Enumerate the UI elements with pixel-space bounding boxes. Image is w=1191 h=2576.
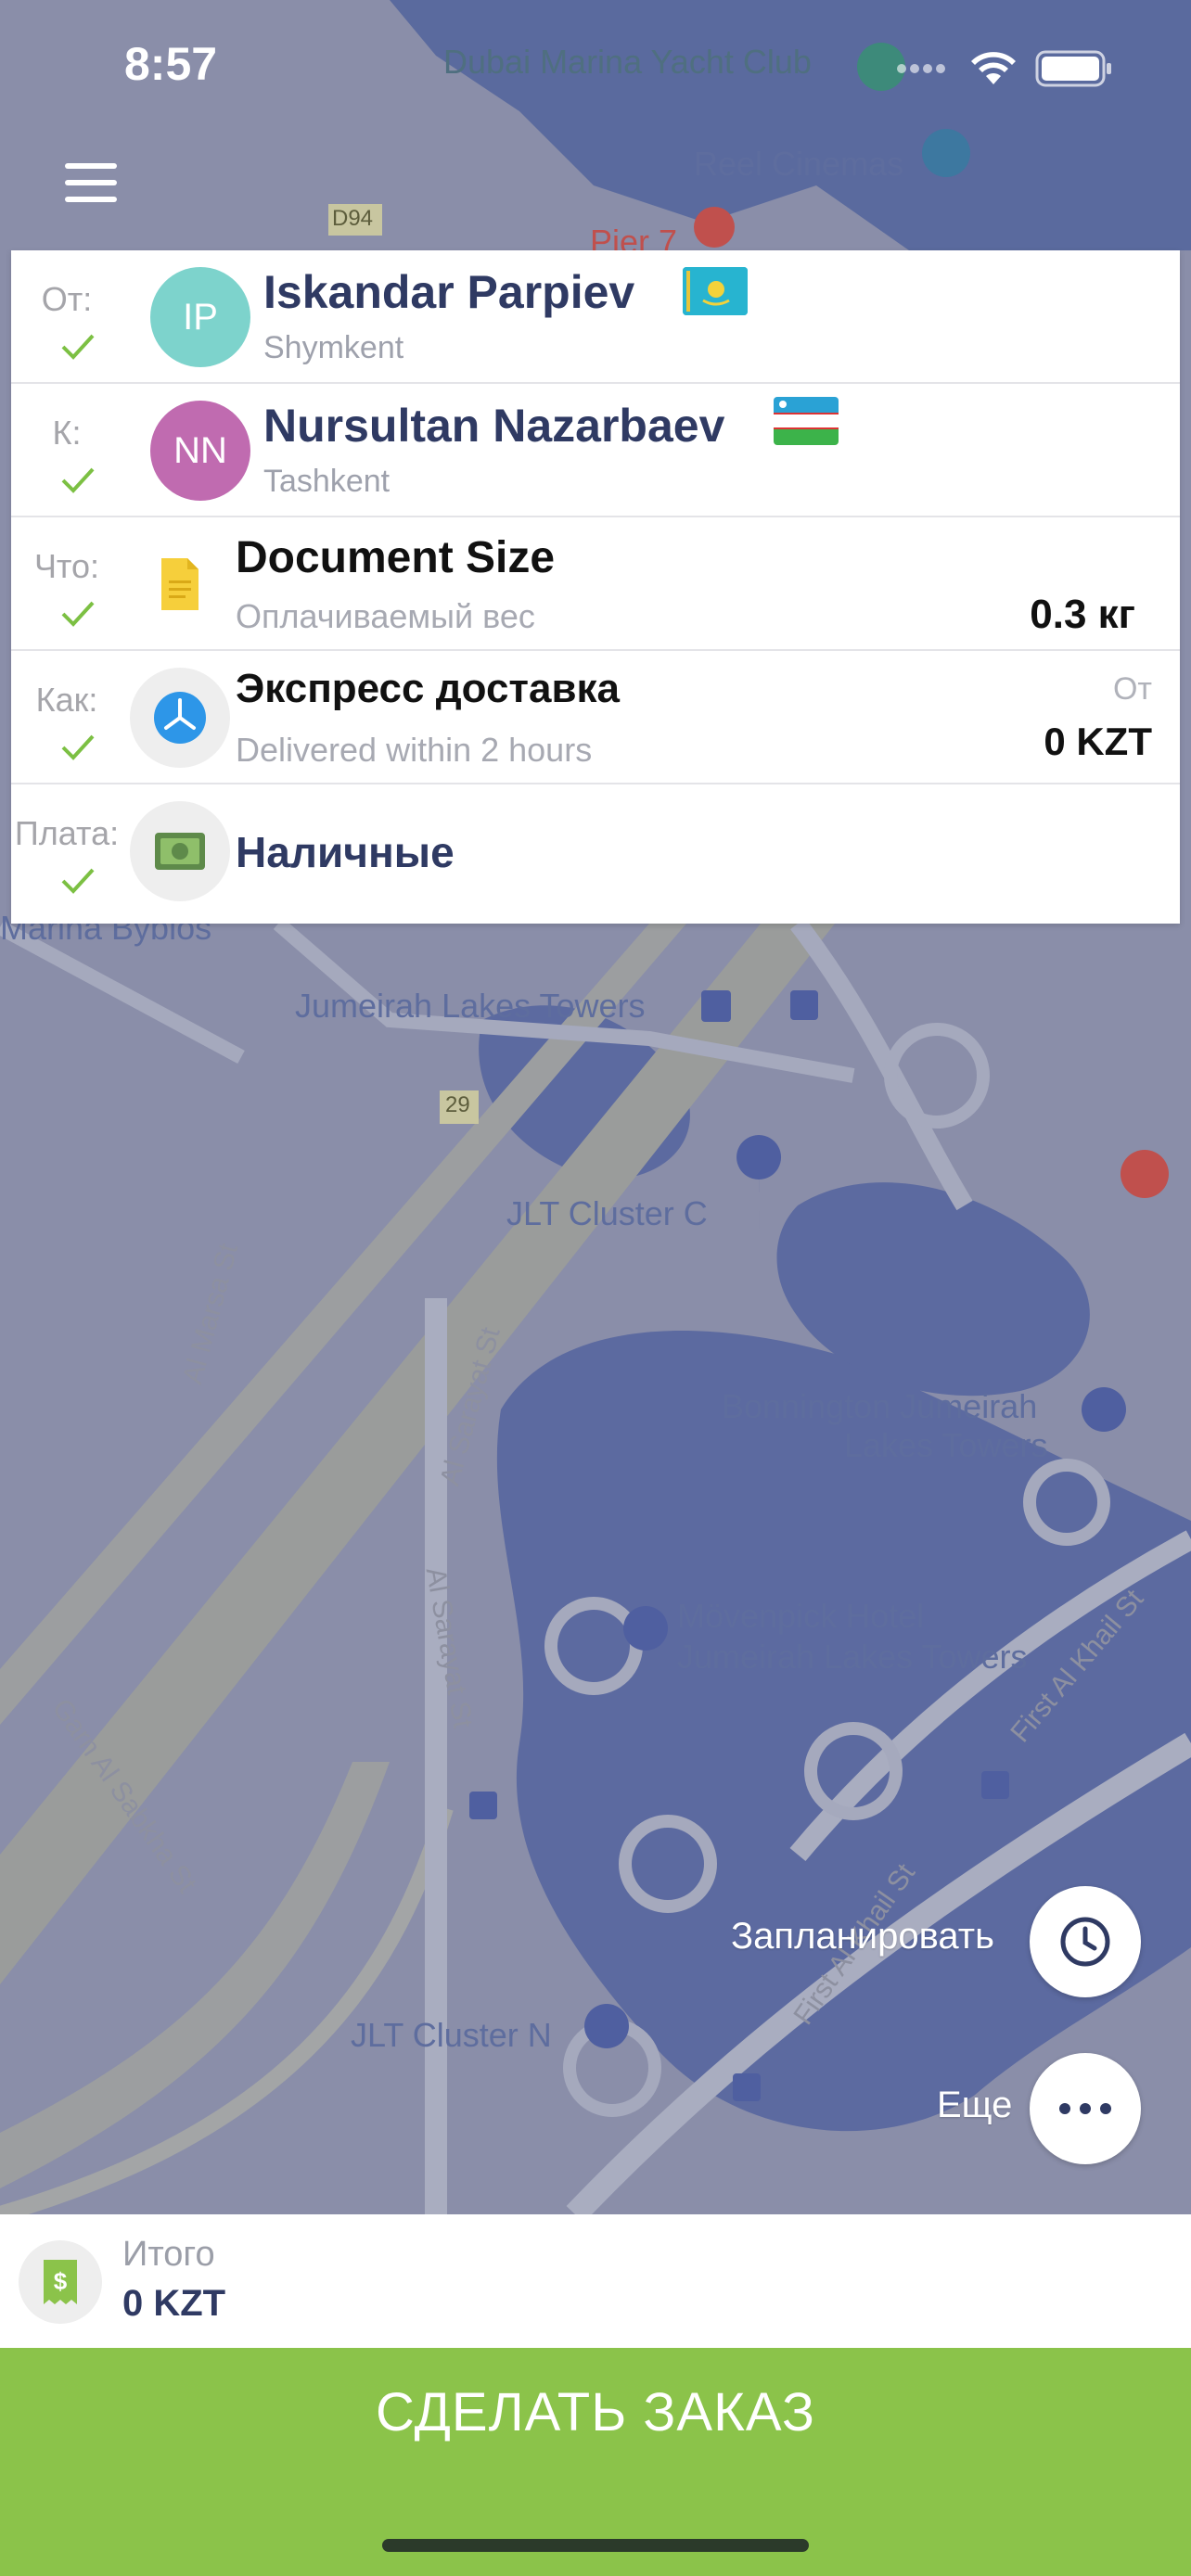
total-value: 0 KZT: [122, 2283, 226, 2324]
how-row[interactable]: Как: Экспресс доставка Delivered within …: [11, 651, 1180, 784]
status-icons: [896, 50, 1113, 87]
map-label-jlt: Jumeirah Lakes Towers: [295, 987, 646, 1025]
recipient-city: Tashkent: [263, 464, 391, 499]
map-label-bonnington-2: Lakes Towers: [844, 1426, 1048, 1464]
total-bar: $ Итого 0 KZT: [0, 2214, 1191, 2348]
payment-row[interactable]: Плата: Наличные: [11, 784, 1180, 918]
sender-avatar: IP: [150, 267, 250, 367]
hamburger-icon-line: [65, 197, 117, 202]
check-icon: [61, 467, 95, 493]
order-card: От: IP Iskandar Parpiev Shymkent К: NN N…: [11, 250, 1180, 924]
package-title: Document Size: [236, 533, 556, 582]
sender-city: Shymkent: [263, 330, 404, 365]
map-label-reel-cinemas: Reel Cinemas: [694, 145, 904, 183]
what-label: Что:: [33, 547, 100, 585]
sender-name: Iskandar Parpiev: [263, 266, 635, 318]
document-icon: [161, 558, 198, 610]
price-from-label: От: [1112, 671, 1152, 707]
to-row[interactable]: К: NN Nursultan Nazarbaev Tashkent: [11, 384, 1180, 517]
road-label-29: 29: [445, 1092, 470, 1117]
map-label-bonnington: Bonnington Jumeirah: [722, 1387, 1038, 1425]
wifi-icon: [971, 52, 1016, 84]
more-dots-icon: [1059, 2103, 1111, 2114]
hamburger-icon-line: [65, 180, 117, 185]
hamburger-icon: [65, 163, 117, 169]
delivery-title: Экспресс доставка: [236, 666, 620, 711]
kazakhstan-flag-icon: [683, 267, 748, 315]
check-icon: [61, 868, 95, 894]
cash-icon: [155, 833, 205, 870]
battery-icon: [1035, 50, 1111, 87]
express-clock-icon: [154, 692, 206, 744]
recipient-name: Nursultan Nazarbaev: [263, 400, 725, 452]
more-label[interactable]: Еще: [937, 2085, 1012, 2126]
total-label: Итого: [122, 2235, 215, 2274]
delivery-icon-wrap: [130, 668, 230, 768]
place-order-label: СДЕЛАТЬ ЗАКАЗ: [376, 2382, 815, 2442]
menu-button[interactable]: [65, 163, 130, 210]
more-button[interactable]: [1030, 2053, 1141, 2164]
check-icon: [61, 334, 95, 360]
payment-icon-wrap: [130, 801, 230, 901]
receipt-icon: $: [44, 2260, 77, 2304]
package-subtitle: Оплачиваемый вес: [236, 597, 535, 635]
delivery-price: 0 KZT: [1044, 720, 1152, 763]
payment-label: Плата:: [14, 814, 120, 852]
map-label-jlt-cluster-n: JLT Cluster N: [351, 2016, 552, 2054]
map-label-movenpick-2: Jumeirah Lakes Towers: [677, 1638, 1028, 1676]
signal-icon: [897, 64, 945, 73]
schedule-button[interactable]: [1030, 1886, 1141, 1997]
from-row[interactable]: От: IP Iskandar Parpiev Shymkent: [11, 250, 1180, 384]
payment-method: Наличные: [236, 828, 455, 876]
clock-icon: [1060, 1917, 1110, 1967]
map-label-movenpick: Mövenpick Hotel: [677, 1597, 925, 1635]
what-row[interactable]: Что: Document Size Оплачиваемый вес 0.3 …: [11, 517, 1180, 651]
check-icon: [61, 734, 95, 760]
recipient-avatar: NN: [150, 401, 250, 501]
from-label: От:: [41, 280, 93, 318]
status-bar: 8:57: [0, 0, 1191, 130]
road-label-d94: D94: [332, 206, 374, 231]
status-time: 8:57: [124, 38, 218, 90]
schedule-label[interactable]: Запланировать: [731, 1916, 994, 1958]
package-weight: 0.3 кг: [1030, 592, 1135, 637]
check-icon: [61, 601, 95, 627]
home-indicator: [382, 2539, 809, 2552]
to-label: К:: [52, 414, 82, 452]
receipt-icon-wrap: $: [19, 2240, 102, 2324]
how-label: Как:: [35, 681, 98, 719]
uzbekistan-flag-icon: [774, 397, 839, 445]
map-label-jlt-cluster-c: JLT Cluster C: [506, 1194, 708, 1232]
delivery-subtitle: Delivered within 2 hours: [236, 731, 593, 769]
svg-text:$: $: [54, 2267, 68, 2295]
